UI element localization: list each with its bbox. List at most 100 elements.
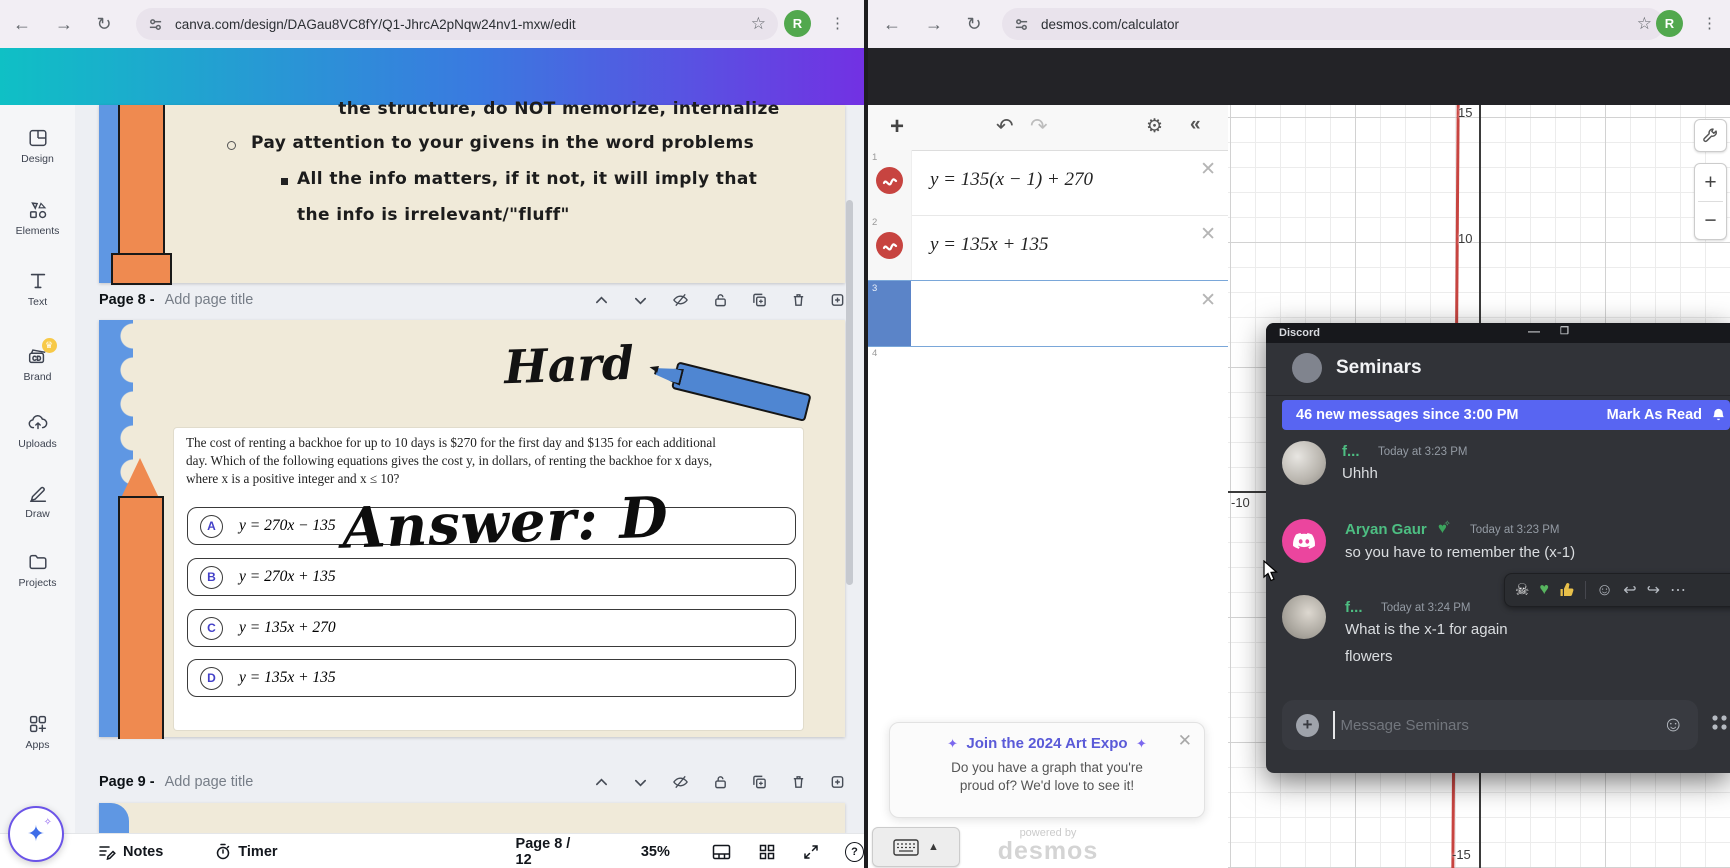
zoom-in-button[interactable]: +: [1695, 164, 1726, 201]
expression-row-4[interactable]: 4: [868, 346, 1228, 406]
avatar-f[interactable]: [1282, 595, 1326, 639]
sticker-gif-icon[interactable]: [1710, 712, 1730, 734]
bookmark-star-icon[interactable]: ☆: [751, 14, 766, 34]
fullscreen-icon[interactable]: [803, 844, 819, 860]
site-info-icon[interactable]: [148, 17, 163, 32]
green-heart-reaction[interactable]: ♥: [1539, 581, 1549, 599]
move-down-icon[interactable]: [633, 775, 648, 790]
bookmark-star-icon[interactable]: ☆: [1637, 14, 1652, 34]
mark-as-read-button[interactable]: Mark As Read: [1607, 407, 1702, 423]
graph-settings-gear-icon[interactable]: ⚙: [1146, 115, 1163, 138]
keyboard-toggle-button[interactable]: ▲: [872, 827, 960, 867]
sidebar-item-brand[interactable]: CD ♛ Brand: [0, 345, 75, 383]
sidebar-item-uploads[interactable]: Uploads: [0, 412, 75, 450]
restore-icon[interactable]: ❐: [1560, 326, 1569, 337]
page-indicator[interactable]: Page 8 / 12: [516, 836, 587, 868]
move-up-icon[interactable]: [594, 293, 609, 308]
site-info-icon[interactable]: [1014, 17, 1029, 32]
move-down-icon[interactable]: [633, 293, 648, 308]
expression-2-latex[interactable]: y = 135x + 135: [930, 234, 1049, 256]
sidebar-item-design[interactable]: Design: [0, 127, 75, 165]
message2-author[interactable]: Aryan Gaur: [1345, 521, 1427, 538]
canvas-scrollbar[interactable]: [846, 200, 853, 585]
sidebar-item-draw[interactable]: Draw: [0, 482, 75, 520]
sidebar-item-apps[interactable]: Apps: [0, 713, 75, 751]
reload-button[interactable]: ↻: [90, 10, 118, 38]
new-messages-banner[interactable]: 46 new messages since 3:00 PM Mark As Re…: [1282, 400, 1730, 430]
sidebar-item-projects[interactable]: Projects: [0, 551, 75, 589]
magic-assistant-button[interactable]: ✦ ✧: [8, 806, 64, 862]
graph-settings-wrench-button[interactable]: [1694, 119, 1727, 152]
sidebar-item-elements[interactable]: Elements: [0, 199, 75, 237]
slide-7[interactable]: the structure, do NOT memorize, internal…: [99, 105, 845, 283]
expression-3-gutter[interactable]: 3: [868, 281, 911, 346]
add-page-icon[interactable]: [830, 292, 845, 308]
delete-page-icon[interactable]: [791, 292, 806, 308]
skull-reaction[interactable]: ☠: [1515, 580, 1529, 600]
add-reaction-icon[interactable]: ☺: [1596, 580, 1613, 600]
expression-row-3-selected[interactable]: 3 ✕: [868, 280, 1228, 347]
redo-icon[interactable]: ↷: [1030, 114, 1048, 139]
grid-view-icon[interactable]: [759, 844, 775, 860]
minimize-icon[interactable]: —: [1528, 324, 1540, 338]
collapse-panel-icon[interactable]: «: [1190, 114, 1201, 136]
browser-profile-avatar[interactable]: R: [784, 10, 811, 37]
attach-plus-icon[interactable]: +: [1296, 714, 1319, 737]
duplicate-page-icon[interactable]: [752, 292, 767, 308]
undo-icon[interactable]: ↶: [996, 114, 1014, 139]
discord-overlay[interactable]: Discord — ❐ Seminars 46 new messages sin…: [1266, 323, 1730, 773]
option-b[interactable]: B y = 270x + 135: [187, 558, 796, 596]
question-card[interactable]: The cost of renting a backhoe for up to …: [174, 428, 803, 730]
reload-button[interactable]: ↻: [960, 10, 988, 38]
add-page-icon[interactable]: [830, 774, 845, 790]
expression-row-2[interactable]: 2 y = 135x + 135 ✕: [868, 215, 1228, 281]
avatar-f[interactable]: [1282, 441, 1326, 485]
option-d[interactable]: D y = 135x + 135: [187, 659, 796, 697]
message1-author[interactable]: f...: [1342, 443, 1360, 460]
page9-title-placeholder[interactable]: Add page title: [165, 774, 254, 790]
duplicate-page-icon[interactable]: [752, 774, 767, 790]
browser-menu-icon[interactable]: ⋮: [830, 14, 845, 32]
expression-2-gutter[interactable]: 2: [868, 215, 912, 280]
delete-page-icon[interactable]: [791, 774, 806, 790]
page8-title-placeholder[interactable]: Add page title: [165, 292, 254, 308]
forward-button[interactable]: →: [920, 10, 948, 38]
option-c[interactable]: C y = 135x + 270: [187, 609, 796, 647]
thumbs-up-reaction[interactable]: [1559, 582, 1575, 598]
back-button[interactable]: ←: [878, 10, 906, 38]
notes-button[interactable]: Notes: [123, 844, 163, 860]
expression-1-latex[interactable]: y = 135(x − 1) + 270: [930, 169, 1093, 191]
message3-author[interactable]: f...: [1345, 599, 1363, 616]
remove-expression-icon[interactable]: ✕: [1200, 223, 1216, 246]
address-bar[interactable]: desmos.com/calculator ☆: [1002, 8, 1664, 40]
art-expo-link[interactable]: Join the 2024 Art Expo: [966, 735, 1127, 752]
timer-button[interactable]: Timer: [238, 844, 277, 860]
remove-expression-icon[interactable]: ✕: [1200, 158, 1216, 181]
forward-button[interactable]: →: [50, 10, 78, 38]
hide-page-icon[interactable]: [672, 774, 689, 790]
thumbnail-view-icon[interactable]: [712, 844, 731, 860]
message-input[interactable]: [1339, 716, 1613, 735]
expression-row-1[interactable]: 1 y = 135(x − 1) + 270 ✕: [868, 150, 1228, 216]
move-up-icon[interactable]: [594, 775, 609, 790]
address-bar[interactable]: canva.com/design/DAGau8VC8fY/Q1-JhrcA2pN…: [136, 8, 778, 40]
lock-icon[interactable]: [713, 292, 728, 308]
curve-color-icon[interactable]: [876, 167, 903, 194]
more-options-icon[interactable]: ⋯: [1670, 580, 1687, 600]
back-button[interactable]: ←: [8, 10, 36, 38]
remove-expression-icon[interactable]: ✕: [1200, 289, 1216, 312]
zoom-level[interactable]: 35%: [641, 844, 670, 860]
help-icon[interactable]: ?: [845, 842, 864, 862]
browser-menu-icon[interactable]: ⋮: [1702, 14, 1717, 32]
slide-9[interactable]: [99, 803, 845, 833]
curve-color-icon[interactable]: [876, 232, 903, 259]
close-popup-icon[interactable]: ✕: [1178, 731, 1192, 751]
slide-8[interactable]: Hard The cost of renting a backhoe for u…: [99, 320, 845, 737]
lock-icon[interactable]: [713, 774, 728, 790]
browser-profile-avatar[interactable]: R: [1656, 10, 1683, 37]
emoji-picker-icon[interactable]: ☺: [1663, 713, 1684, 737]
avatar-aryan[interactable]: [1282, 519, 1326, 563]
forward-icon[interactable]: ↪: [1647, 580, 1660, 600]
zoom-out-button[interactable]: −: [1695, 202, 1726, 239]
add-expression-button[interactable]: +: [890, 113, 904, 141]
